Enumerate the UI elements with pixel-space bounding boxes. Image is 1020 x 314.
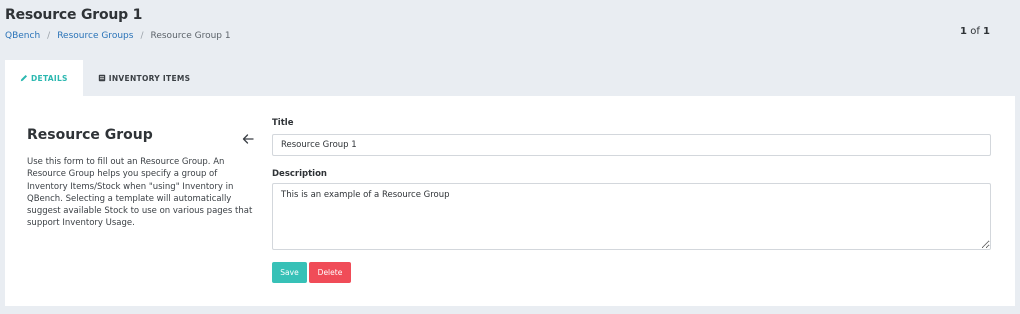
- tab-inventory-items[interactable]: INVENTORY ITEMS: [83, 60, 206, 96]
- title-input[interactable]: [272, 134, 991, 156]
- tab-details[interactable]: DETAILS: [5, 60, 83, 96]
- page-title: Resource Group 1: [5, 7, 143, 23]
- delete-button[interactable]: Delete: [309, 262, 351, 283]
- details-panel: Resource Group Use this form to fill out…: [5, 96, 1015, 306]
- pager-total: 1: [983, 26, 990, 37]
- breadcrumb-separator: /: [47, 31, 51, 41]
- tab-inventory-items-label: INVENTORY ITEMS: [108, 73, 191, 83]
- record-pager: 1 of 1: [960, 26, 990, 37]
- form-section-title: Resource Group: [27, 127, 153, 143]
- save-button[interactable]: Save: [272, 262, 307, 283]
- title-label: Title: [272, 118, 294, 128]
- breadcrumb-link-resource-groups[interactable]: Resource Groups: [57, 31, 133, 41]
- breadcrumb-current: Resource Group 1: [150, 31, 231, 41]
- pager-current: 1: [960, 26, 968, 37]
- pencil-icon: [20, 74, 28, 82]
- tab-bar: DETAILS INVENTORY ITEMS: [5, 60, 205, 96]
- inventory-icon: [98, 74, 106, 82]
- breadcrumb-separator: /: [140, 31, 144, 41]
- description-label: Description: [272, 169, 327, 179]
- arrow-left-icon[interactable]: [242, 130, 254, 149]
- description-textarea[interactable]: This is an example of a Resource Group: [272, 183, 991, 250]
- tab-details-label: DETAILS: [31, 73, 68, 83]
- form-section-description: Use this form to fill out an Resource Gr…: [27, 157, 253, 229]
- breadcrumb: QBench / Resource Groups / Resource Grou…: [5, 31, 231, 41]
- pager-separator: of: [970, 26, 980, 37]
- breadcrumb-link-qbench[interactable]: QBench: [5, 31, 40, 41]
